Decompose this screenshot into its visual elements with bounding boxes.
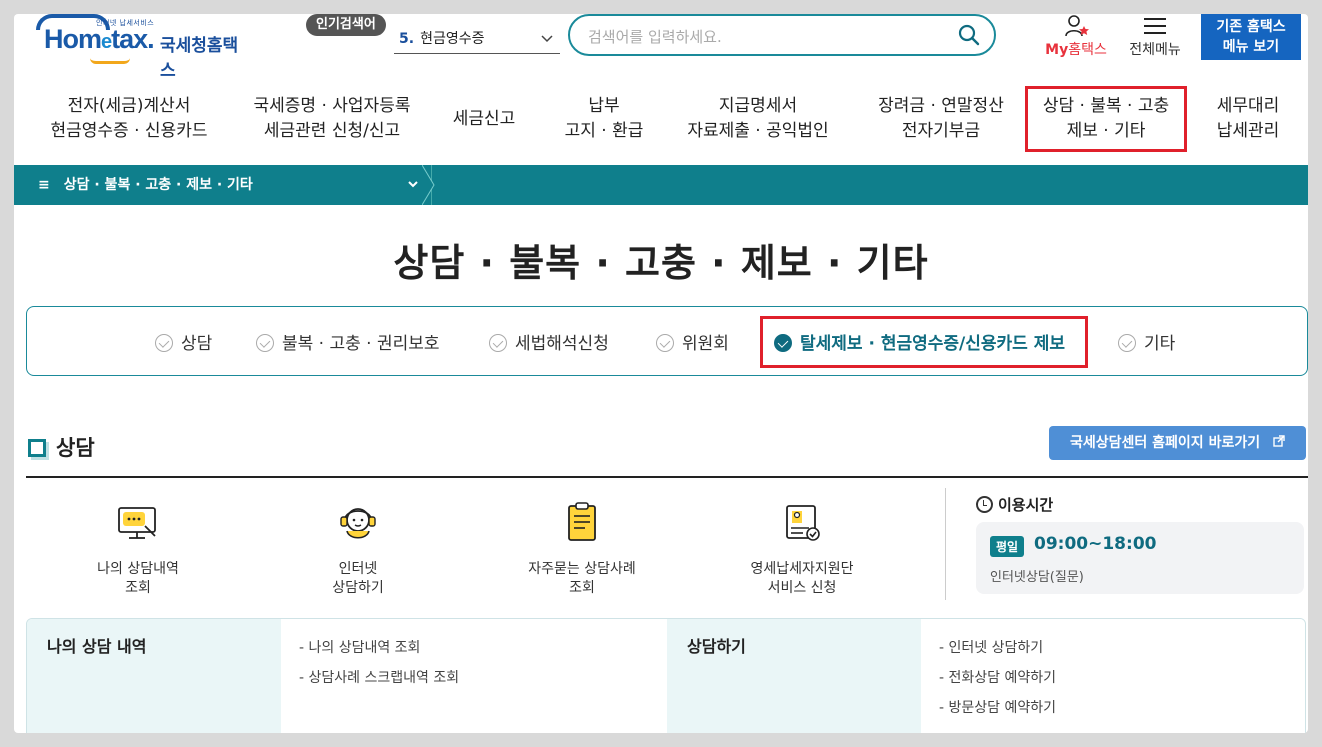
tab-tax-law[interactable]: 세법해석신청 [489, 329, 609, 354]
list-icon: ≡ [38, 177, 50, 193]
gnb-item-consult[interactable]: 상담 · 불복 · 고충 제보 · 기타 [1025, 86, 1187, 152]
breadcrumb-separator-icon [422, 165, 435, 205]
browser-frame: 인터넷 납세서비스 Hometax. 국세청홈택스 인기검색어 5. 현금영수증 … [14, 14, 1308, 733]
global-nav: 전자(세금)계산서 현금영수증 · 신용카드 국세증명 · 사업자등록 세금관련 신… [14, 84, 1308, 164]
check-circle-icon [1118, 334, 1136, 352]
tab-etc[interactable]: 기타 [1118, 329, 1175, 354]
search-icon[interactable] [958, 24, 980, 46]
breadcrumb: ≡ 상담 · 불복 · 고충 · 제보 · 기타 [14, 165, 1308, 205]
check-circle-icon [489, 334, 507, 352]
section-title: 상담 [28, 432, 95, 462]
weekday-badge: 평일 [990, 536, 1025, 557]
link-phone-reservation[interactable]: - 전화상담 예약하기 [939, 663, 1289, 693]
service-internet-consult[interactable]: 인터넷 상담하기 [278, 500, 438, 598]
highlight-box [760, 316, 1088, 368]
gnb-item-payment[interactable]: 납부 고지 · 환급 [554, 94, 654, 144]
chevron-down-icon [407, 165, 419, 221]
service-my-consult-history[interactable]: 나의 상담내역 조회 [58, 500, 218, 598]
all-menu-label: 전체메뉴 [1129, 42, 1181, 58]
link-internet-consult[interactable]: - 인터넷 상담하기 [939, 633, 1289, 663]
certificate-scroll-icon [779, 500, 825, 546]
popular-search-dropdown[interactable]: 5. 현금영수증 [394, 24, 560, 54]
my-hometax-label: My홈택스 [1045, 42, 1107, 58]
chevron-down-icon [540, 24, 554, 65]
headset-agent-icon [335, 500, 381, 546]
hamburger-icon [1144, 18, 1166, 39]
consult-menu-table: 나의 상담 내역 - 나의 상담내역 조회 - 상담사례 스크랩내역 조회 상담… [26, 618, 1306, 733]
external-link-icon [1273, 435, 1285, 451]
page-title: 상담 · 불복 · 고충 · 제보 · 기타 [393, 241, 929, 285]
col-my-consult-title: 나의 상담 내역 [27, 619, 281, 733]
popular-search-tag: 인기검색어 [306, 14, 386, 36]
user-star-icon [1064, 14, 1090, 42]
gnb-item-incentive[interactable]: 장려금 · 연말정산 전자기부금 [866, 94, 1016, 144]
section-divider [26, 476, 1308, 478]
clipboard-icon [559, 500, 605, 546]
tab-consult[interactable]: 상담 [155, 329, 212, 354]
check-circle-icon [256, 334, 274, 352]
hours-title: 이용시간 [976, 494, 1053, 515]
my-hometax-button[interactable]: My홈택스 [1040, 14, 1112, 64]
link-scrap-history[interactable]: - 상담사례 스크랩내역 조회 [299, 663, 649, 693]
sub-tabs: 상담 불복 · 고충 · 권리보호 세법해석신청 위원회 탈세제보 · 현금영수… [26, 306, 1308, 376]
check-circle-icon [656, 334, 674, 352]
col-my-consult-links: - 나의 상담내역 조회 - 상담사례 스크랩내역 조회 [281, 619, 667, 733]
gnb-item-tax-report[interactable]: 세금신고 [444, 107, 524, 132]
legacy-menu-button[interactable]: 기존 홈택스 메뉴 보기 [1201, 14, 1301, 60]
vertical-divider [945, 488, 946, 600]
link-visit-reservation[interactable]: - 방문상담 예약하기 [939, 693, 1289, 723]
all-menu-button[interactable]: 전체메뉴 [1122, 14, 1188, 64]
square-bullet-icon [28, 439, 46, 457]
service-small-taxpayer-support[interactable]: 영세납세자지원단 서비스 신청 [722, 500, 882, 598]
col-consult-links: - 인터넷 상담하기 - 전화상담 예약하기 - 방문상담 예약하기 [921, 619, 1305, 733]
tab-appeal[interactable]: 불복 · 고충 · 권리보호 [256, 329, 440, 354]
link-my-consult-history[interactable]: - 나의 상담내역 조회 [299, 633, 649, 663]
popular-rank-text: 현금영수증 [420, 31, 485, 47]
consult-center-link-button[interactable]: 국세상담센터 홈페이지 바로가기 [1049, 426, 1306, 460]
logo-swoosh-icon [90, 58, 130, 64]
hours-note: 인터넷상담(질문) [990, 570, 1084, 585]
clock-icon [976, 496, 993, 513]
hours-box: 평일 09:00~18:00 인터넷상담(질문) [976, 522, 1304, 594]
popular-rank-number: 5. [399, 31, 415, 47]
logo-name: 국세청홈택스 [160, 36, 239, 81]
monitor-chat-icon [115, 500, 161, 546]
service-faq-cases[interactable]: 자주묻는 상담사례 조회 [502, 500, 662, 598]
gnb-item-agent[interactable]: 세무대리 납세관리 [1208, 94, 1288, 144]
gnb-item-payment-statement[interactable]: 지급명세서 자료제출 · 공익법인 [678, 94, 838, 144]
col-consult-title: 상담하기 [667, 619, 921, 733]
top-bar: 인터넷 납세서비스 Hometax. 국세청홈택스 인기검색어 5. 현금영수증 … [14, 14, 1308, 81]
gnb-item-certificate[interactable]: 국세증명 · 사업자등록 세금관련 신청/신고 [242, 94, 422, 144]
breadcrumb-dropdown[interactable]: ≡ 상담 · 불복 · 고충 · 제보 · 기타 [24, 165, 432, 205]
search-input[interactable]: 검색어를 입력하세요. [568, 14, 996, 56]
tab-committee[interactable]: 위원회 [656, 329, 729, 354]
check-circle-icon [155, 334, 173, 352]
logo-wordmark: Hometax. [44, 24, 155, 54]
gnb-item-invoice[interactable]: 전자(세금)계산서 현금영수증 · 신용카드 [44, 94, 214, 144]
breadcrumb-label: 상담 · 불복 · 고충 · 제보 · 기타 [63, 177, 253, 193]
hometax-logo[interactable]: 인터넷 납세서비스 Hometax. 국세청홈택스 [30, 14, 250, 81]
hours-time: 09:00~18:00 [1034, 534, 1157, 554]
search-placeholder: 검색어를 입력하세요. [588, 28, 722, 46]
